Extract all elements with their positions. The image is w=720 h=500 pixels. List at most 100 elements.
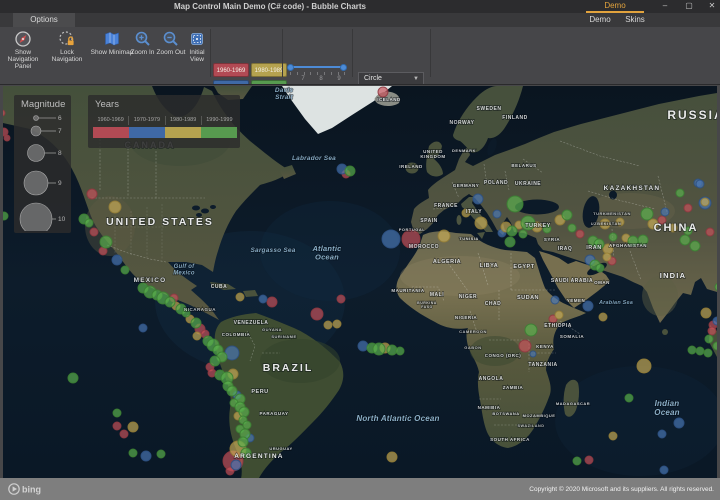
svg-text:SUDAN: SUDAN <box>517 295 539 301</box>
svg-text:GUYANA: GUYANA <box>262 327 282 332</box>
app-window: Map Control Main Demo (C# code) - Bubble… <box>0 0 720 500</box>
svg-text:BOTSWANA: BOTSWANA <box>492 411 519 416</box>
tab-options[interactable]: Options <box>13 13 75 27</box>
svg-text:KAZAKHSTAN: KAZAKHSTAN <box>604 185 661 192</box>
lock-navigation-button[interactable]: Lock Navigation <box>45 28 89 78</box>
svg-text:ZAMBIA: ZAMBIA <box>503 385 524 390</box>
slider-tick-label: 7 <box>298 76 308 82</box>
magnitude-legend-scale: 678910 <box>14 111 71 231</box>
svg-text:KENYA: KENYA <box>536 344 554 349</box>
svg-text:GERMANY: GERMANY <box>453 183 480 188</box>
minimize-icon[interactable]: – <box>658 0 672 12</box>
svg-text:CAMEROON: CAMEROON <box>459 329 487 334</box>
svg-text:IRAQ: IRAQ <box>558 246 573 252</box>
button-label: Lock Navigation <box>45 49 89 63</box>
svg-text:SYRIA: SYRIA <box>544 237 561 242</box>
svg-text:MOZAMBIQUE: MOZAMBIQUE <box>523 413 556 418</box>
svg-text:GABON: GABON <box>464 345 481 350</box>
svg-text:9: 9 <box>58 180 62 187</box>
svg-text:ALGERIA: ALGERIA <box>433 259 461 265</box>
magnitude-range-slider[interactable]: 7 8 9 <box>288 60 348 86</box>
svg-text:LIBYA: LIBYA <box>480 263 499 269</box>
svg-text:SWEDEN: SWEDEN <box>477 106 502 112</box>
svg-text:ARGENTINA: ARGENTINA <box>234 453 283 460</box>
svg-text:CUBA: CUBA <box>211 284 227 290</box>
svg-text:FRANCE: FRANCE <box>434 203 458 209</box>
svg-text:IRELAND: IRELAND <box>399 164 423 169</box>
title-bar: Map Control Main Demo (C# code) - Bubble… <box>0 0 720 13</box>
svg-text:ITALY: ITALY <box>466 209 482 215</box>
minimap-icon <box>103 30 121 48</box>
years-legend-label: 1960-1969 <box>93 116 128 125</box>
svg-text:EGYPT: EGYPT <box>513 264 534 270</box>
lock-navigation-icon <box>58 30 76 48</box>
button-label: Initial View <box>184 49 210 63</box>
svg-text:bing: bing <box>22 485 41 495</box>
svg-text:INDIA: INDIA <box>660 271 686 280</box>
svg-text:MALI: MALI <box>430 292 444 298</box>
ribbon-tab-row: Options Demo Skins <box>0 13 720 27</box>
button-label: Zoom Out <box>156 49 186 56</box>
zoom-in-button[interactable]: Zoom In <box>128 28 157 78</box>
svg-text:Arabian Sea: Arabian Sea <box>598 300 633 306</box>
svg-text:IRAN: IRAN <box>586 245 601 251</box>
close-icon[interactable]: ✕ <box>705 0 719 12</box>
svg-text:NORWAY: NORWAY <box>450 120 475 126</box>
slider-handle-max[interactable] <box>340 64 347 71</box>
svg-text:8: 8 <box>58 150 62 157</box>
svg-text:SOMALIA: SOMALIA <box>560 334 584 339</box>
svg-text:DENMARK: DENMARK <box>452 148 476 153</box>
group-separator <box>352 29 353 77</box>
svg-text:NIGERIA: NIGERIA <box>455 315 478 320</box>
years-legend-swatch <box>201 127 237 138</box>
svg-text:NICARAGUA: NICARAGUA <box>184 307 216 312</box>
svg-text:Gulf ofMexico: Gulf ofMexico <box>173 264 195 277</box>
years-legend-colorbar <box>93 127 237 138</box>
svg-text:IndianOcean: IndianOcean <box>654 399 679 417</box>
svg-text:North Atlantic Ocean: North Atlantic Ocean <box>356 414 439 423</box>
bing-logo[interactable]: bing <box>7 482 53 496</box>
tab-demo[interactable]: Demo <box>583 13 617 27</box>
group-separator <box>282 29 283 77</box>
initial-view-button[interactable]: Initial View <box>184 28 210 78</box>
slider-tick-label: 8 <box>316 76 326 82</box>
svg-text:UKRAINE: UKRAINE <box>515 181 541 187</box>
zoom-out-button[interactable]: Zoom Out <box>156 28 186 78</box>
slider-handle-min[interactable] <box>287 64 294 71</box>
svg-text:SWAZILAND: SWAZILAND <box>517 424 544 428</box>
map-viewport[interactable]: CANADAUNITED STATESMEXICOCUBANICARAGUAVE… <box>0 84 720 478</box>
svg-text:URUGUAY: URUGUAY <box>269 446 292 451</box>
slider-tick <box>290 72 291 75</box>
svg-text:7: 7 <box>58 128 62 135</box>
svg-text:UNITED STATES: UNITED STATES <box>106 216 214 228</box>
decade-button-1960s[interactable]: 1960-1969 <box>213 63 249 77</box>
svg-text:DavisStrait: DavisStrait <box>275 87 294 101</box>
header-tab-demo[interactable]: Demo <box>586 0 644 13</box>
slider-track <box>288 66 346 68</box>
svg-text:AFGHANISTAN: AFGHANISTAN <box>609 243 647 248</box>
maximize-icon[interactable]: ▢ <box>682 0 696 12</box>
svg-text:POLAND: POLAND <box>484 180 508 186</box>
button-label: Show Navigation Panel <box>1 49 45 70</box>
tab-skins[interactable]: Skins <box>617 13 653 27</box>
ribbon: Show Navigation Panel Lock Navigation Sh… <box>0 27 720 84</box>
slider-tick <box>338 72 339 75</box>
svg-text:CONGO (DRC): CONGO (DRC) <box>485 353 522 358</box>
svg-text:ETHIOPIA: ETHIOPIA <box>544 323 572 329</box>
svg-text:BELARUS: BELARUS <box>511 163 536 168</box>
svg-text:TURKEY: TURKEY <box>525 223 551 229</box>
svg-text:10: 10 <box>58 216 66 223</box>
zoom-in-icon <box>134 30 152 48</box>
svg-text:ANGOLA: ANGOLA <box>479 376 504 382</box>
group-separator <box>210 29 211 77</box>
svg-text:TANZANIA: TANZANIA <box>528 362 557 368</box>
svg-text:VENEZUELA: VENEZUELA <box>234 320 269 326</box>
window-title: Map Control Main Demo (C# code) - Bubble… <box>0 0 540 13</box>
initial-view-icon <box>188 30 206 48</box>
show-navigation-panel-button[interactable]: Show Navigation Panel <box>1 28 45 78</box>
svg-text:SURINAME: SURINAME <box>271 334 296 339</box>
years-legend-title: Years <box>88 95 240 110</box>
svg-text:MOROCCO: MOROCCO <box>409 244 439 250</box>
svg-text:SPAIN: SPAIN <box>420 218 437 224</box>
years-legend: Years 1960-1969 1970-1979 1980-1989 1990… <box>88 95 240 148</box>
